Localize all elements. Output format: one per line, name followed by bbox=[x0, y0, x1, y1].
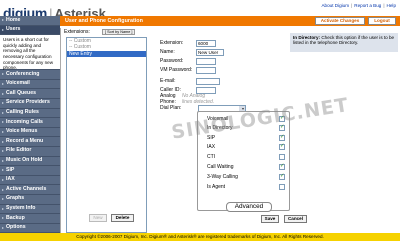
chevron-right-icon bbox=[2, 179, 4, 182]
in-directory-checkbox[interactable] bbox=[279, 124, 285, 131]
delete-button[interactable]: Delete bbox=[111, 214, 134, 222]
about-digium-link[interactable]: About Digium bbox=[321, 3, 349, 8]
sidebar: Home Users Users is a short cut for quic… bbox=[0, 16, 60, 234]
call-waiting-option-label: Call Waiting bbox=[207, 164, 234, 170]
sidebar-description: Users is a short cut for quickly adding … bbox=[0, 35, 60, 71]
page-title: User and Phone Configuration bbox=[65, 17, 143, 24]
save-button[interactable]: Save bbox=[261, 215, 279, 223]
call-waiting-checkbox[interactable] bbox=[279, 163, 285, 170]
chevron-right-icon bbox=[2, 188, 4, 191]
new-button[interactable]: New bbox=[89, 214, 107, 222]
sort-by-name-button[interactable]: [ Sort by Name ] bbox=[102, 29, 136, 35]
chevron-right-icon bbox=[2, 150, 4, 153]
is-agent-option-label: Is Agent bbox=[207, 184, 226, 190]
dial-plan-label: Dial Plan: bbox=[160, 105, 182, 111]
chevron-right-icon bbox=[2, 28, 4, 31]
chevron-right-icon bbox=[2, 159, 4, 162]
chevron-right-icon bbox=[2, 207, 4, 210]
chevron-right-icon bbox=[2, 19, 4, 22]
sip-checkbox[interactable] bbox=[279, 134, 285, 141]
main-panel: Extensions: [ Sort by Name ] -- Custom -… bbox=[60, 28, 400, 233]
chevron-right-icon bbox=[2, 198, 4, 201]
three-way-calling-option-label: 3-Way Calling bbox=[207, 174, 238, 180]
vm-password-input[interactable] bbox=[196, 66, 216, 74]
name-input[interactable]: New User bbox=[196, 48, 224, 56]
chevron-right-icon bbox=[2, 73, 4, 76]
advanced-title[interactable]: Advanced bbox=[226, 202, 272, 212]
email-label: E-mail: bbox=[160, 78, 176, 84]
list-item[interactable]: New Entry bbox=[67, 50, 146, 58]
logout-button[interactable]: Logout bbox=[368, 17, 396, 25]
cti-checkbox[interactable] bbox=[279, 154, 285, 160]
chevron-right-icon bbox=[2, 131, 4, 134]
extension-input[interactable]: 6000 bbox=[196, 39, 216, 47]
chevron-right-icon bbox=[2, 121, 4, 124]
chevron-right-icon bbox=[2, 169, 4, 172]
cti-option-label: CTI bbox=[207, 154, 216, 160]
sidebar-item-users[interactable]: Users bbox=[0, 25, 60, 36]
chevron-right-icon bbox=[2, 92, 4, 95]
help-title: In Directory: bbox=[293, 35, 321, 40]
cancel-button[interactable]: Cancel bbox=[284, 215, 307, 223]
name-label: Name: bbox=[160, 49, 175, 55]
iax-option-label: IAX bbox=[207, 144, 216, 150]
three-way-calling-checkbox[interactable] bbox=[279, 173, 285, 180]
title-bar: User and Phone Configuration Activate Ch… bbox=[60, 16, 400, 26]
password-input[interactable] bbox=[196, 57, 216, 65]
chevron-right-icon bbox=[2, 217, 4, 220]
chevron-right-icon bbox=[2, 83, 4, 86]
email-input[interactable] bbox=[196, 77, 220, 85]
help-link[interactable]: Help bbox=[387, 3, 396, 8]
help-box: In Directory: Check this option if the u… bbox=[290, 33, 398, 52]
extensions-label: Extensions: bbox=[64, 29, 90, 35]
top-links: About Digium | Report a Bug | Help bbox=[321, 3, 396, 8]
chevron-right-icon bbox=[2, 102, 4, 105]
in-directory-option-label: In Directory bbox=[207, 125, 233, 131]
iax-checkbox[interactable] bbox=[279, 143, 285, 150]
advanced-options-box: Voicemail In Directory SIP IAX CTI Call … bbox=[197, 111, 290, 212]
chevron-right-icon bbox=[2, 226, 4, 229]
sidebar-item-options[interactable]: Options bbox=[0, 224, 60, 234]
is-agent-checkbox[interactable] bbox=[279, 184, 285, 190]
vm-password-label: VM Password: bbox=[160, 67, 193, 73]
voicemail-checkbox[interactable] bbox=[279, 115, 285, 122]
footer-copyright: Copyright ©2006-2007 Digium, Inc. Digium… bbox=[0, 233, 400, 241]
chevron-right-icon bbox=[2, 111, 4, 114]
voicemail-option-label: Voicemail bbox=[207, 116, 229, 122]
password-label: Password: bbox=[160, 58, 184, 64]
activate-changes-button[interactable]: Activate Changes bbox=[315, 17, 365, 25]
extension-label: Extension: bbox=[160, 40, 184, 46]
extensions-list[interactable]: -- Custom -- Custom New Entry bbox=[66, 37, 147, 233]
report-bug-link[interactable]: Report a Bug bbox=[354, 3, 381, 8]
chevron-right-icon bbox=[2, 140, 4, 143]
sip-option-label: SIP bbox=[207, 135, 216, 141]
